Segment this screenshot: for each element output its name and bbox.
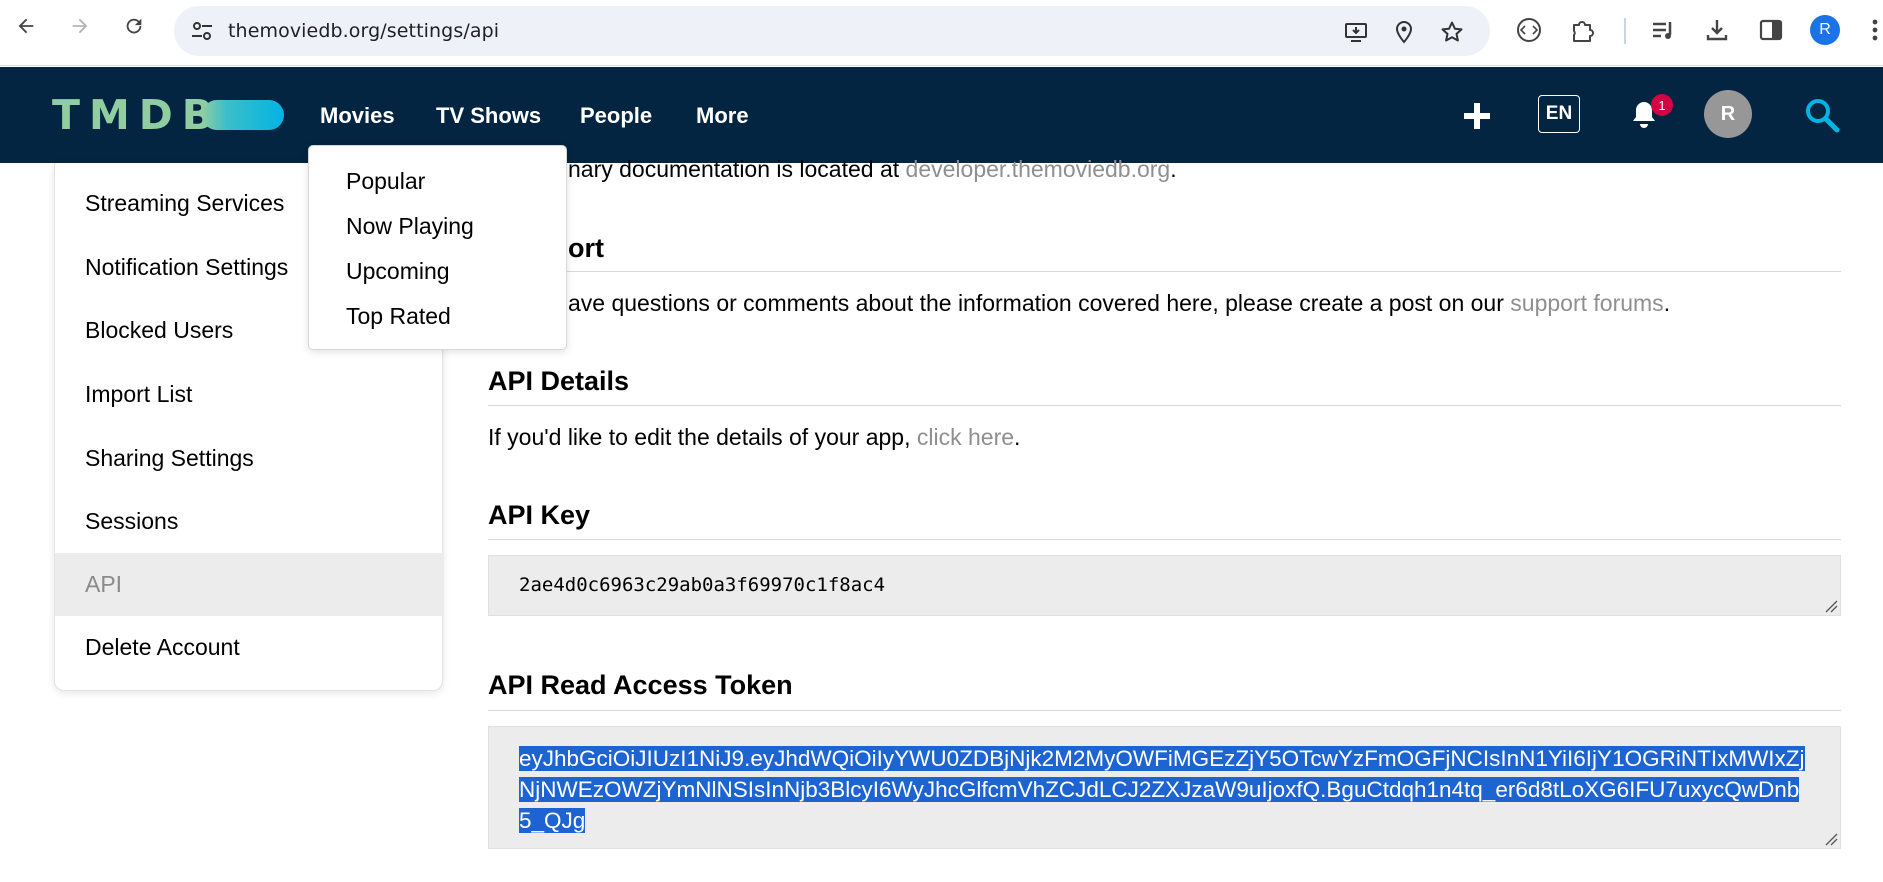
api-details-divider	[488, 405, 1841, 406]
movies-dropdown-menu: Popular Now Playing Upcoming Top Rated	[308, 145, 567, 350]
tmdb-logo-pill[interactable]	[202, 100, 284, 130]
notifications-badge: 1	[1651, 94, 1673, 116]
support-text: ave questions or comments about the info…	[568, 290, 1511, 316]
user-avatar[interactable]: R	[1704, 90, 1752, 138]
extensions-puzzle-icon[interactable]	[1570, 17, 1596, 43]
token-divider	[488, 710, 1841, 711]
nav-tv-shows[interactable]: TV Shows	[436, 103, 541, 129]
extension-code-icon[interactable]	[1516, 17, 1542, 43]
docs-period: .	[1170, 156, 1177, 182]
edit-app-link[interactable]: click here	[917, 424, 1014, 450]
forward-icon[interactable]	[67, 13, 93, 39]
language-selector[interactable]: EN	[1538, 95, 1580, 133]
api-details-heading: API Details	[488, 366, 630, 396]
support-divider	[488, 271, 1841, 272]
api-key-textarea[interactable]: 2ae4d0c6963c29ab0a3f69970c1f8ac4	[488, 555, 1841, 616]
token-value[interactable]: eyJhbGciOiJIUzI1NiJ9.eyJhdWQiOiIyYWU0ZDB…	[519, 743, 1809, 836]
docs-text: nary documentation is located at	[568, 156, 906, 182]
tmdb-logo[interactable]: TMDB	[52, 91, 222, 139]
menu-item-now-playing[interactable]: Now Playing	[346, 213, 474, 240]
install-app-icon[interactable]	[1344, 20, 1368, 44]
address-bar[interactable]: themoviedb.org/settings/api	[174, 6, 1490, 56]
token-textarea[interactable]: eyJhbGciOiJIUzI1NiJ9.eyJhdWQiOiIyYWU0ZDB…	[488, 726, 1841, 849]
docs-paragraph: nary documentation is located at develop…	[568, 156, 1177, 183]
resize-grip-icon[interactable]	[1824, 599, 1838, 613]
api-key-divider	[488, 539, 1841, 540]
support-period: .	[1663, 290, 1671, 316]
sidebar-item-delete-account[interactable]: Delete Account	[55, 616, 444, 679]
api-key-heading: API Key	[488, 500, 591, 530]
media-queue-icon[interactable]	[1650, 17, 1676, 43]
add-new-icon[interactable]	[1462, 101, 1492, 131]
token-heading: API Read Access Token	[488, 670, 793, 700]
support-heading: ort	[568, 233, 604, 263]
bookmark-star-icon[interactable]	[1440, 20, 1464, 44]
support-paragraph: ave questions or comments about the info…	[568, 290, 1670, 317]
nav-people[interactable]: People	[580, 103, 652, 129]
side-panel-icon[interactable]	[1758, 17, 1784, 43]
api-details-paragraph: If you'd like to edit the details of you…	[488, 424, 1020, 451]
nav-movies[interactable]: Movies	[320, 103, 395, 129]
sidebar-item-import-list[interactable]: Import List	[55, 363, 444, 426]
api-details-period: .	[1014, 424, 1021, 450]
support-forums-link[interactable]: support forums	[1510, 290, 1663, 316]
browser-toolbar: themoviedb.org/settings/api R	[0, 0, 1883, 66]
developer-docs-link[interactable]: developer.themoviedb.org	[906, 156, 1171, 182]
site-header: TMDB Movies TV Shows People More EN 1 R	[0, 67, 1883, 163]
menu-item-upcoming[interactable]: Upcoming	[346, 258, 450, 285]
nav-more[interactable]: More	[696, 103, 749, 129]
back-icon[interactable]	[13, 13, 39, 39]
url-text[interactable]: themoviedb.org/settings/api	[228, 20, 499, 42]
toolbar-separator	[1624, 18, 1626, 44]
search-icon[interactable]	[1804, 97, 1840, 133]
menu-item-popular[interactable]: Popular	[346, 168, 425, 195]
sidebar-item-api[interactable]: API	[55, 553, 444, 616]
browser-profile-avatar[interactable]: R	[1810, 15, 1840, 45]
resize-grip-icon[interactable]	[1824, 832, 1838, 846]
sidebar-item-sharing-settings[interactable]: Sharing Settings	[55, 427, 444, 490]
downloads-icon[interactable]	[1704, 17, 1730, 43]
site-settings-icon[interactable]	[190, 20, 214, 42]
browser-menu-icon[interactable]	[1868, 17, 1883, 43]
reload-icon[interactable]	[121, 13, 147, 39]
api-key-value[interactable]: 2ae4d0c6963c29ab0a3f69970c1f8ac4	[519, 574, 885, 596]
location-icon[interactable]	[1392, 20, 1416, 44]
sidebar-item-sessions[interactable]: Sessions	[55, 490, 444, 553]
menu-item-top-rated[interactable]: Top Rated	[346, 303, 451, 330]
token-selected-text[interactable]: eyJhbGciOiJIUzI1NiJ9.eyJhdWQiOiIyYWU0ZDB…	[519, 746, 1805, 833]
api-details-text: If you'd like to edit the details of you…	[488, 424, 917, 450]
